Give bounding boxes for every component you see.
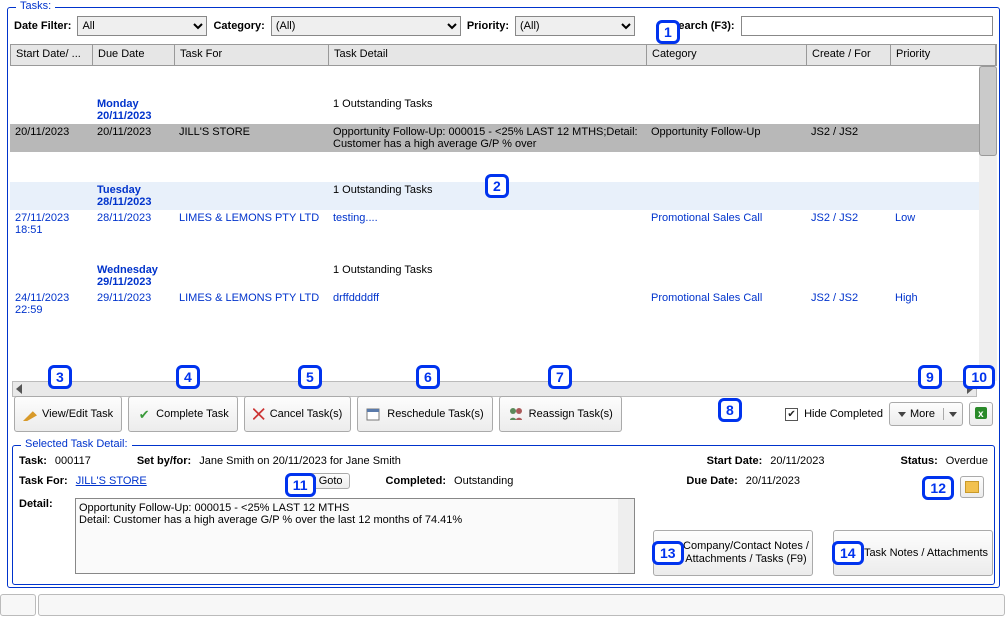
annotation-7: 7: [548, 365, 572, 389]
folder-icon: [965, 481, 979, 493]
hide-completed-label: Hide Completed: [804, 408, 883, 420]
annotation-9: 9: [918, 365, 942, 389]
check-icon: [137, 407, 151, 421]
col-createfor[interactable]: Create / For: [807, 45, 891, 65]
grid-header: Start Date/ ... Due Date Task For Task D…: [10, 44, 997, 66]
selected-task-detail-panel: Selected Task Detail: Task: 000117 Set b…: [12, 445, 995, 585]
task-id-value: 000117: [55, 455, 91, 467]
col-priority[interactable]: Priority: [891, 45, 996, 65]
status-bar: [0, 594, 1007, 616]
date-filter-label: Date Filter:: [14, 20, 71, 32]
task-row[interactable]: 27/11/2023 18:51 28/11/2023 LIMES & LEMO…: [10, 210, 979, 238]
outstanding-label: 1 Outstanding Tasks: [328, 96, 646, 124]
task-row-selected[interactable]: 20/11/2023 20/11/2023 JILL'S STORE Oppor…: [10, 124, 979, 152]
start-date-label: Start Date:: [707, 455, 763, 467]
category-label: Category:: [213, 20, 264, 32]
col-category[interactable]: Category: [647, 45, 807, 65]
annotation-10: 10: [963, 365, 995, 389]
cancel-icon: [253, 408, 265, 420]
status-value: Overdue: [946, 455, 988, 467]
more-button[interactable]: More: [889, 402, 963, 426]
cancel-button[interactable]: Cancel Task(s): [244, 396, 352, 432]
setby-label: Set by/for:: [137, 455, 191, 467]
completed-label: Completed:: [386, 475, 447, 487]
taskfor-label: Task For:: [19, 475, 68, 487]
export-icon: x: [974, 406, 988, 423]
due-date-value: 20/11/2023: [746, 475, 800, 487]
col-start[interactable]: Start Date/ ...: [11, 45, 93, 65]
svg-text:x: x: [978, 409, 984, 420]
grid-body[interactable]: Monday 20/11/2023 1 Outstanding Tasks 20…: [10, 66, 979, 381]
hide-completed-checkbox[interactable]: [785, 408, 798, 421]
status-cell: [0, 594, 36, 616]
v-scrollbar-thumb[interactable]: [979, 66, 997, 156]
export-button[interactable]: x: [969, 402, 993, 426]
company-notes-button[interactable]: 13 Company/Contact Notes / Attachments /…: [653, 530, 813, 576]
reschedule-button[interactable]: Reschedule Task(s): [357, 396, 492, 432]
tasks-panel: Tasks: Date Filter: All Category: (All) …: [7, 7, 1000, 588]
action-row: View/Edit Task Complete Task Cancel Task…: [14, 396, 993, 432]
due-date-label: Due Date:: [686, 475, 737, 487]
tasks-panel-title: Tasks:: [16, 0, 55, 12]
annotation-3: 3: [48, 365, 72, 389]
status-cell: [38, 594, 1005, 616]
setby-value: Jane Smith on 20/11/2023 for Jane Smith: [199, 455, 401, 467]
detail-scrollbar[interactable]: [618, 499, 634, 573]
day-label: Monday 20/11/2023: [92, 96, 174, 124]
h-scrollbar[interactable]: [12, 381, 977, 397]
day-label: Tuesday 28/11/2023: [92, 182, 174, 210]
annotation-14: 14: [832, 541, 864, 565]
priority-select[interactable]: (All): [515, 16, 635, 36]
annotation-2: 2: [485, 174, 509, 198]
day-label: Wednesday 29/11/2023: [92, 262, 174, 290]
view-edit-button[interactable]: View/Edit Task: [14, 396, 122, 432]
annotation-4: 4: [176, 365, 200, 389]
detail-textarea[interactable]: Opportunity Follow-Up: 000015 - <25% LAS…: [75, 498, 635, 574]
pencil-icon: [23, 407, 37, 421]
status-label: Status:: [901, 455, 938, 467]
reschedule-icon: [366, 406, 382, 422]
chevron-down-icon: [949, 412, 957, 417]
annotation-11: 11: [285, 473, 316, 497]
complete-button[interactable]: Complete Task: [128, 396, 238, 432]
task-id-label: Task:: [19, 455, 47, 467]
search-input[interactable]: [741, 16, 993, 36]
detail-label: Detail:: [19, 498, 53, 510]
annotation-13: 13: [652, 541, 684, 565]
col-due[interactable]: Due Date: [93, 45, 175, 65]
task-grid: Start Date/ ... Due Date Task For Task D…: [10, 44, 997, 397]
completed-value: Outstanding: [454, 475, 513, 487]
filter-bar: Date Filter: All Category: (All) Priorit…: [8, 12, 999, 40]
more-dropdown-arrow[interactable]: [943, 408, 962, 420]
reassign-icon: [508, 406, 524, 422]
category-select[interactable]: (All): [271, 16, 461, 36]
task-notes-button[interactable]: 14 Task Notes / Attachments: [833, 530, 993, 576]
col-detail[interactable]: Task Detail: [329, 45, 647, 65]
col-for[interactable]: Task For: [175, 45, 329, 65]
day-header-row: Wednesday 29/11/2023 1 Outstanding Tasks: [10, 262, 979, 290]
day-header-row: Monday 20/11/2023 1 Outstanding Tasks: [10, 96, 979, 124]
info-attachment-button[interactable]: [960, 476, 984, 498]
taskfor-link[interactable]: JILL'S STORE: [76, 475, 147, 487]
annotation-1: 1: [656, 20, 680, 44]
outstanding-label: 1 Outstanding Tasks: [328, 262, 646, 290]
reassign-button[interactable]: Reassign Task(s): [499, 396, 622, 432]
chevron-down-icon: [898, 412, 906, 417]
annotation-5: 5: [298, 365, 322, 389]
search-label: Search (F3):: [671, 20, 735, 32]
start-date-value: 20/11/2023: [770, 455, 824, 467]
detail-text-content: Opportunity Follow-Up: 000015 - <25% LAS…: [79, 502, 462, 526]
date-filter-select[interactable]: All: [77, 16, 207, 36]
task-row[interactable]: 24/11/2023 22:59 29/11/2023 LIMES & LEMO…: [10, 290, 979, 318]
priority-label: Priority:: [467, 20, 509, 32]
annotation-12: 12: [922, 476, 954, 500]
detail-panel-title: Selected Task Detail:: [21, 438, 132, 450]
annotation-6: 6: [416, 365, 440, 389]
